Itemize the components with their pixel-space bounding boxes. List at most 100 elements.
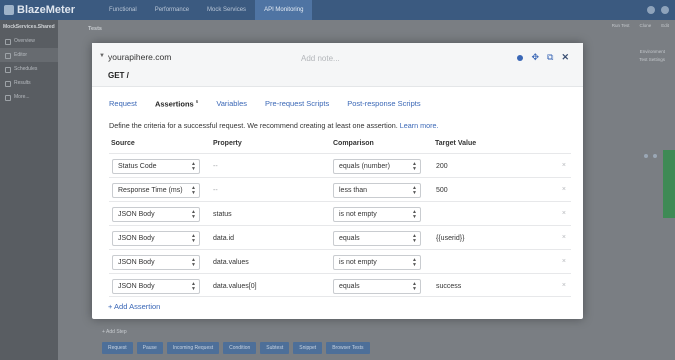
tab-request[interactable]: Request [109, 99, 137, 109]
section-title: Tests [88, 26, 102, 32]
add-condition-button[interactable]: Condition [223, 342, 257, 354]
select-caret-icon: ▲ ▼ [191, 233, 196, 244]
select-caret-icon: ▲ ▼ [191, 257, 196, 268]
delete-assertion-icon[interactable]: × [562, 282, 566, 289]
sidebar-item-editor[interactable]: Editor [0, 48, 58, 62]
side-panel-tab[interactable] [663, 150, 675, 218]
add-note-field[interactable]: Add note... [301, 54, 340, 63]
column-comparison: Comparison [333, 140, 374, 147]
move-icon[interactable]: ✥ [531, 53, 539, 62]
select-caret-icon: ▲ ▼ [412, 209, 417, 220]
source-select[interactable]: Status Code ▲ ▼ [112, 159, 200, 174]
target-value[interactable]: success [436, 283, 461, 290]
select-caret-icon: ▲ ▼ [412, 281, 417, 292]
top-tab-mock-services[interactable]: Mock Services [198, 0, 255, 20]
assertion-row: Response Time (ms) ▲ ▼ -- less than ▲ ▼ 500 … [109, 177, 571, 201]
target-value[interactable]: {{userid}} [436, 235, 464, 242]
add-assertion-button[interactable]: + Add Assertion [108, 302, 160, 311]
property-value[interactable]: status [213, 211, 232, 218]
close-icon[interactable]: ✕ [561, 53, 569, 62]
logo-text: BlazeMeter [17, 4, 76, 16]
delete-assertion-icon[interactable]: × [562, 234, 566, 241]
top-navigation-bar: BlazeMeter Functional Performance Mock S… [0, 0, 675, 20]
assertion-row: JSON Body ▲ ▼ data.values[0] equals ▲ ▼ succ… [109, 273, 571, 297]
source-select[interactable]: JSON Body ▲ ▼ [112, 279, 200, 294]
comparison-value: equals [339, 283, 360, 290]
source-select[interactable]: Response Time (ms) ▲ ▼ [112, 183, 200, 198]
comparison-select[interactable]: equals ▲ ▼ [333, 279, 421, 294]
column-target-value: Target Value [435, 140, 477, 147]
environment-label: Environment [639, 49, 665, 54]
add-incoming-request-button[interactable]: Incoming Request [166, 342, 220, 354]
delete-assertion-icon[interactable]: × [562, 162, 566, 169]
select-caret-icon: ▲ ▼ [191, 161, 196, 172]
source-select[interactable]: JSON Body ▲ ▼ [112, 207, 200, 222]
property-value[interactable]: -- [213, 163, 218, 170]
tab-post-response-scripts[interactable]: Post-response Scripts [347, 99, 420, 109]
comparison-select[interactable]: less than ▲ ▼ [333, 183, 421, 198]
request-header: ▼ yourapihere.com Add note... GET / ✥ ⧉ … [92, 43, 583, 87]
user-avatar[interactable] [661, 6, 669, 14]
top-tab-performance[interactable]: Performance [146, 0, 198, 20]
status-dot-icon [517, 54, 524, 61]
tab-assertions-label: Assertions [154, 99, 194, 109]
add-snippet-button[interactable]: Snippet [293, 342, 323, 354]
assertions-table-header: Source Property Comparison Target Value [109, 140, 571, 152]
logo-icon [4, 5, 14, 15]
clone-button[interactable]: Clone [639, 23, 651, 28]
select-caret-icon: ▲ ▼ [412, 161, 417, 172]
edit-button[interactable]: Edit [661, 23, 669, 28]
request-url[interactable]: yourapihere.com [108, 52, 171, 62]
add-subtest-button[interactable]: Subtest [260, 342, 290, 354]
select-caret-icon: ▲ ▼ [191, 185, 196, 196]
add-request-button[interactable]: Request [102, 342, 133, 354]
sidebar-item-overview[interactable]: Overview [0, 34, 58, 48]
sidebar-item-more[interactable]: More... [0, 90, 58, 104]
column-source: Source [111, 140, 135, 147]
source-select[interactable]: JSON Body ▲ ▼ [112, 255, 200, 270]
environment-select[interactable]: Test Settings [639, 56, 665, 64]
delete-assertion-icon[interactable]: × [562, 210, 566, 217]
run-test-button[interactable]: Run Test [612, 23, 630, 28]
assertion-row: JSON Body ▲ ▼ status is not empty ▲ ▼ × [109, 201, 571, 225]
add-browser-tests-button[interactable]: Browser Tests [326, 342, 370, 354]
comparison-select[interactable]: is not empty ▲ ▼ [333, 255, 421, 270]
delete-assertion-icon[interactable]: × [562, 186, 566, 193]
blazemeter-logo[interactable]: BlazeMeter [0, 4, 100, 16]
property-value[interactable]: data.values [213, 259, 249, 266]
sidebar: MockServices.Shared Overview Editor Sche… [0, 20, 58, 360]
collapse-chevron-icon[interactable]: ▼ [99, 53, 105, 59]
select-caret-icon: ▲ ▼ [412, 185, 417, 196]
source-value: Response Time (ms) [118, 187, 183, 194]
target-value[interactable]: 200 [436, 163, 448, 170]
help-icon[interactable] [647, 6, 655, 14]
learn-more-link[interactable]: Learn more. [400, 121, 439, 130]
tab-variables[interactable]: Variables [216, 99, 247, 109]
source-select[interactable]: JSON Body ▲ ▼ [112, 231, 200, 246]
request-editor-modal: ▼ yourapihere.com Add note... GET / ✥ ⧉ … [92, 43, 583, 319]
property-value[interactable]: -- [213, 187, 218, 194]
top-tab-api-monitoring[interactable]: API Monitoring [255, 0, 313, 20]
assertion-row: Status Code ▲ ▼ -- equals (number) ▲ ▼ 200 × [109, 153, 571, 177]
property-value[interactable]: data.id [213, 235, 234, 242]
comparison-select[interactable]: equals (number) ▲ ▼ [333, 159, 421, 174]
source-value: JSON Body [118, 259, 155, 266]
comparison-select[interactable]: is not empty ▲ ▼ [333, 207, 421, 222]
property-value[interactable]: data.values[0] [213, 283, 257, 290]
step-menu-icon[interactable] [653, 154, 657, 158]
comparison-select[interactable]: equals ▲ ▼ [333, 231, 421, 246]
assertions-description: Define the criteria for a successful req… [109, 121, 569, 130]
comparison-value: is not empty [339, 211, 377, 218]
sidebar-item-schedules[interactable]: Schedules [0, 62, 58, 76]
duplicate-icon[interactable]: ⧉ [547, 53, 553, 62]
delete-assertion-icon[interactable]: × [562, 258, 566, 265]
comparison-value: less than [339, 187, 368, 194]
top-tab-functional[interactable]: Functional [100, 0, 146, 20]
tab-assertions[interactable]: Assertions 6 [155, 99, 198, 109]
target-value[interactable]: 500 [436, 187, 448, 194]
description-text: Define the criteria for a successful req… [109, 121, 398, 130]
add-pause-button[interactable]: Pause [136, 342, 163, 354]
sidebar-item-results[interactable]: Results [0, 76, 58, 90]
step-status-icon [644, 154, 648, 158]
tab-pre-request-scripts[interactable]: Pre-request Scripts [265, 99, 329, 109]
